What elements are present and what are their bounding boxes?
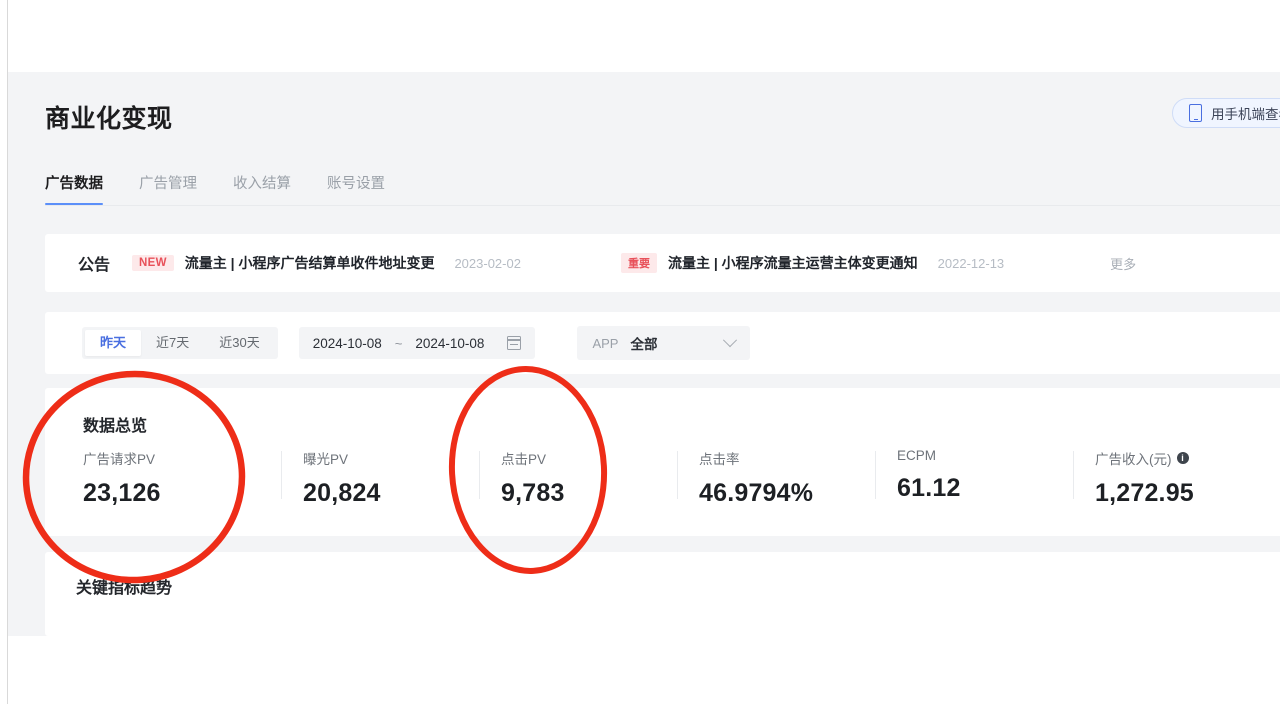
tab-account-settings[interactable]: 账号设置 <box>327 172 385 205</box>
metric-exposure-pv: 曝光PV 20,824 <box>281 448 479 508</box>
metric-list: 广告请求PV 23,126 曝光PV 20,824 点击PV 9,783 点击率… <box>83 448 1280 508</box>
page-title: 商业化变现 <box>45 105 173 133</box>
screenshot-root: 商业化变现 用手机端查看数 广告数据 广告管理 收入结算 账号设置 公告 NEW… <box>0 0 1280 704</box>
mobile-view-button-label: 用手机端查看数 <box>1211 107 1280 122</box>
date-preset-yesterday[interactable]: 昨天 <box>85 330 142 356</box>
key-metrics-trend-title: 关键指标趋势 <box>76 580 173 597</box>
metric-value: 1,272.95 <box>1095 479 1194 507</box>
key-metrics-trend-card: 关键指标趋势 <box>45 552 1280 636</box>
metric-value: 9,783 <box>501 479 565 507</box>
data-overview-title: 数据总览 <box>83 418 148 435</box>
tab-revenue-settlement[interactable]: 收入结算 <box>233 172 291 205</box>
announcement-item-date: 2022-12-13 <box>937 255 1005 271</box>
date-range-separator: ~ <box>394 335 403 351</box>
announcement-item-date: 2023-02-02 <box>454 255 521 271</box>
phone-icon <box>1189 104 1202 122</box>
announcement-bar: 公告 NEW 流量主 | 小程序广告结算单收件地址变更 2023-02-02 重… <box>45 234 1280 292</box>
date-range-end[interactable]: 2024-10-08 <box>415 336 484 351</box>
announcement-item-text[interactable]: 流量主 | 小程序流量主运营主体变更通知 <box>668 253 918 273</box>
metric-ecpm: ECPM 61.12 <box>875 448 1073 503</box>
info-icon[interactable]: i <box>1176 452 1189 464</box>
announcement-label: 公告 <box>78 257 111 274</box>
metric-value: 23,126 <box>83 479 161 507</box>
browser-left-edge <box>0 0 8 704</box>
metric-value: 61.12 <box>897 474 961 502</box>
announcement-item-text[interactable]: 流量主 | 小程序广告结算单收件地址变更 <box>185 253 435 273</box>
data-overview-card: 数据总览 广告请求PV 23,126 曝光PV 20,824 点击PV 9,78… <box>45 388 1280 536</box>
metric-label: 广告收入(元) i <box>1095 448 1271 468</box>
metric-label: 广告请求PV <box>83 452 156 467</box>
announcement-more-link[interactable]: 更多 <box>1110 254 1136 273</box>
calendar-icon[interactable] <box>507 336 522 350</box>
app-filter-value: 全部 <box>630 337 658 352</box>
metric-value: 46.9794% <box>699 479 814 507</box>
tab-ad-data[interactable]: 广告数据 <box>45 172 103 205</box>
app-filter-select[interactable]: APP 全部 <box>577 326 751 360</box>
metric-label-text: 广告收入(元) <box>1095 452 1172 467</box>
metric-value: 20,824 <box>303 479 381 507</box>
metric-click-pv: 点击PV 9,783 <box>479 448 677 508</box>
filter-bar: 昨天 近7天 近30天 2024-10-08 ~ 2024-10-08 APP … <box>45 312 1280 374</box>
date-range-picker[interactable]: 2024-10-08 ~ 2024-10-08 <box>298 327 536 359</box>
date-preset-group: 昨天 近7天 近30天 <box>82 327 278 359</box>
date-preset-last30days[interactable]: 近30天 <box>204 330 274 356</box>
metric-click-rate: 点击率 46.9794% <box>677 448 875 508</box>
metric-label: 点击率 <box>699 452 740 467</box>
metric-ad-revenue: 广告收入(元) i 1,272.95 <box>1073 448 1271 508</box>
chevron-down-icon <box>723 333 738 348</box>
app-viewport: 商业化变现 用手机端查看数 广告数据 广告管理 收入结算 账号设置 公告 NEW… <box>8 72 1280 636</box>
metric-label: 曝光PV <box>303 452 349 467</box>
announcement-badge-new: NEW <box>132 255 174 271</box>
date-preset-last7days[interactable]: 近7天 <box>141 330 204 356</box>
metric-ad-request-pv: 广告请求PV 23,126 <box>83 448 281 508</box>
date-range-start[interactable]: 2024-10-08 <box>313 336 382 351</box>
tab-bar: 广告数据 广告管理 收入结算 账号设置 <box>45 172 421 205</box>
metric-label: ECPM <box>897 448 937 463</box>
mobile-view-button[interactable]: 用手机端查看数 <box>1172 98 1280 128</box>
page-header: 商业化变现 用手机端查看数 广告数据 广告管理 收入结算 账号设置 <box>8 72 1280 212</box>
tab-ad-management[interactable]: 广告管理 <box>139 172 197 205</box>
app-filter-label: APP <box>592 335 619 351</box>
announcement-badge-important: 重要 <box>620 253 657 273</box>
metric-label: 点击PV <box>501 452 547 467</box>
tab-bar-divider <box>45 205 1280 206</box>
